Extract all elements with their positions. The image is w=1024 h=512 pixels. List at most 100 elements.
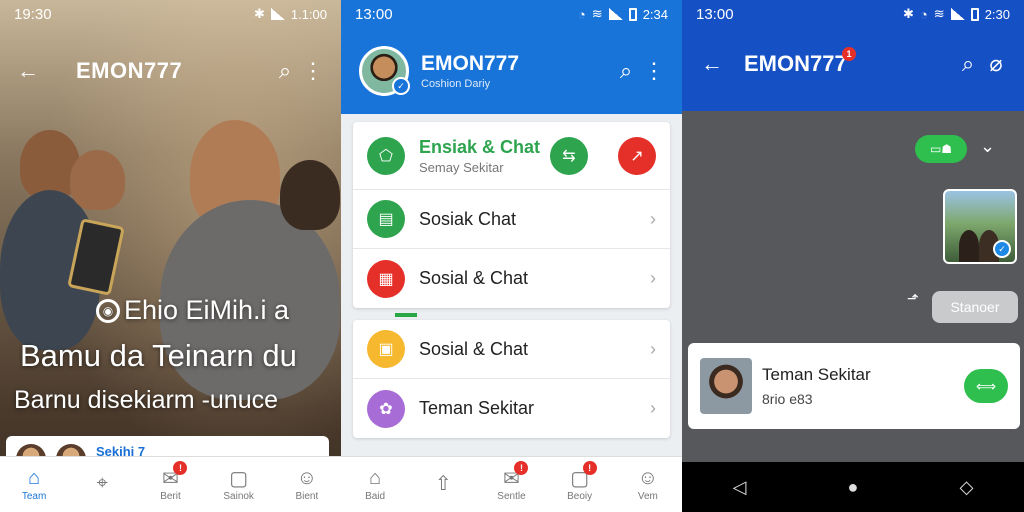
link-icon[interactable]: ⇆ [550,136,588,175]
profile-avatar[interactable]: ✓ [359,46,410,96]
more-vert-icon[interactable]: ⋮ [640,57,668,85]
ring-icon: ◉ [96,298,120,323]
back-arrow-icon[interactable]: ← [698,50,726,78]
attach-icon[interactable]: ⌀ [982,50,1010,78]
alarm-icon: ◔ [577,6,586,22]
message-bubble[interactable]: Stanoer [932,291,1018,323]
verified-icon: ✓ [392,77,410,95]
back-arrow-icon[interactable]: ← [14,57,42,85]
status-time: 13:00 [696,5,734,23]
chevron-right-icon: › [650,208,656,229]
avatar [700,358,752,414]
contact-card[interactable]: Teman Sekitar 8rio e83 ⟺ [688,343,1020,429]
status-bar: 13:00 ✱ ◔ ≋ 2:30 [682,0,1024,28]
nav-item-sainok[interactable]: ▢ Sainok [214,467,264,503]
location-pin-icon: ⌖ [96,472,108,494]
list-item[interactable]: ▣ Sosial & Chat › [353,320,670,379]
recents-icon[interactable]: ◇ [960,477,974,498]
alarm-icon: ◔ [919,6,928,22]
battery-icon [970,7,979,21]
chevron-right-icon: › [650,398,656,418]
document-icon: ▤ [367,200,405,238]
handshake-icon: ⟺ [975,377,997,394]
list-item-label: Teman Sekitar [419,398,535,418]
nav-item-team[interactable]: ⌂ Team [9,466,59,503]
home-icon: ⌂ [28,466,41,489]
back-triangle-icon[interactable]: ◁ [733,477,747,498]
chat-title: EMON777 1 [744,47,954,77]
home-icon: ⌂ [369,466,382,489]
list-item-label: Sosial & Chat [419,338,529,359]
hero-line-1: ◉ Ehio EiMih.i a [96,295,289,326]
list-item[interactable]: ⬠ Ensiak & Chat Semay Sekitar ⇆ ↗ [353,122,670,190]
profile-header: ✓ EMON777 Coshion Dariy ⌕ ⋮ [359,46,668,96]
chevron-down-icon[interactable]: ⌄ [980,136,995,157]
app-bar: ← EMON777 ⌕ ⋮ [0,50,341,92]
status-bar: 13:00 ◔ ≋ 2:34 [341,0,682,28]
system-nav-bar: ◁ ● ◇ [682,462,1024,512]
reply-icon[interactable]: ⬏ [907,290,919,307]
chat-header: ← EMON777 1 ⌕ ⌀ [698,47,1010,78]
signal-icon [270,8,285,20]
search-icon[interactable]: ⌕ [271,57,299,85]
hero-line-2: Bamu da Teinarn du [20,338,297,373]
status-time: 13:00 [355,5,393,23]
bluetooth-icon: ✱ [903,6,914,21]
contact-sub: 8rio e83 [762,391,813,407]
handshake-button[interactable]: ⟺ [964,369,1008,403]
profile-icon: ☺ [637,466,659,489]
notification-badge: ! [514,461,529,475]
nav-item-baid[interactable]: ⌂ Baid [350,466,400,503]
settings-icon: ✿ [367,389,405,428]
wifi-icon: ≋ [933,6,945,21]
list-item[interactable]: ✿ Teman Sekitar › [353,379,670,438]
list-item-label: Sosial & Chat [419,268,529,288]
search-icon[interactable]: ⌕ [954,50,982,78]
nav-item-send[interactable]: ⇧ [418,473,468,497]
media-toggle-button[interactable]: ▭☗ [915,135,967,163]
nav-item-berit[interactable]: ✉! Berit [145,461,195,502]
list-item-sub: Semay Sekitar [419,159,504,175]
bluetooth-icon: ✱ [253,6,265,21]
list-item[interactable]: ▦ Sosial & Chat › [353,249,670,308]
search-icon[interactable]: ⌕ [612,57,640,85]
status-time: 19:30 [14,5,52,23]
media-icon: ▭☗ [929,142,953,156]
bottom-nav: ⌂ Team ⌖ ✉! Berit ▢ Sainok ☺ Bient [0,456,341,512]
bottom-nav: ⌂ Baid ⇧ ✉! Sentle ▢! Beoiy ☺ Vem [341,456,682,512]
home-circle-icon[interactable]: ● [848,477,859,498]
menu-card-top: ⬠ Ensiak & Chat Semay Sekitar ⇆ ↗ ▤ Sosi… [353,122,670,308]
profile-icon: ☺ [296,466,318,489]
phone-screen-2: 13:00 ◔ ≋ 2:34 ✓ EMON777 Coshion Dariy ⌕ ⋮… [341,0,682,512]
status-right: 2:30 [984,6,1010,22]
progress-indicator [395,313,417,317]
more-vert-icon[interactable]: ⋮ [299,57,327,85]
chevron-right-icon: › [650,268,656,288]
chat-icon: ▢ [229,467,249,490]
notification-badge: 1 [842,47,856,61]
status-right: 1.1:00 [290,6,327,22]
nav-item-location[interactable]: ⌖ [77,472,127,497]
bookmark-icon: ▣ [367,330,405,368]
profile-subtitle: Coshion Dariy [421,78,491,90]
list-item[interactable]: ▤ Sosiak Chat › [353,190,670,249]
nav-item-bient[interactable]: ☺ Bient [282,466,332,503]
edit-icon[interactable]: ↗ [618,136,656,175]
nav-item-vem[interactable]: ☺ Vem [623,466,673,503]
list-item-label: Sosiak Chat [419,208,517,229]
notification-badge: ! [173,461,188,475]
nav-item-beoiy[interactable]: ▢! Beoiy [555,461,605,502]
calendar-icon: ▦ [367,259,405,298]
photo-message[interactable]: ✓ [943,189,1017,264]
phone-screen-3: 13:00 ✱ ◔ ≋ 2:30 ← EMON777 1 ⌕ ⌀ ▭☗ ⌄ ✓ ⬏ St… [682,0,1024,512]
status-right: 2:34 [642,6,668,22]
wifi-icon: ≋ [591,6,603,21]
notification-badge: ! [582,461,597,475]
send-icon: ⇧ [434,473,452,495]
list-item-label: Ensiak & Chat [419,136,541,157]
hero-line-3: Barnu disekiarm -unuce [14,386,279,414]
battery-icon [628,7,637,21]
check-icon: ✓ [993,240,1011,258]
nav-item-sentle[interactable]: ✉! Sentle [486,461,536,502]
profile-name: EMON777 [421,52,520,75]
